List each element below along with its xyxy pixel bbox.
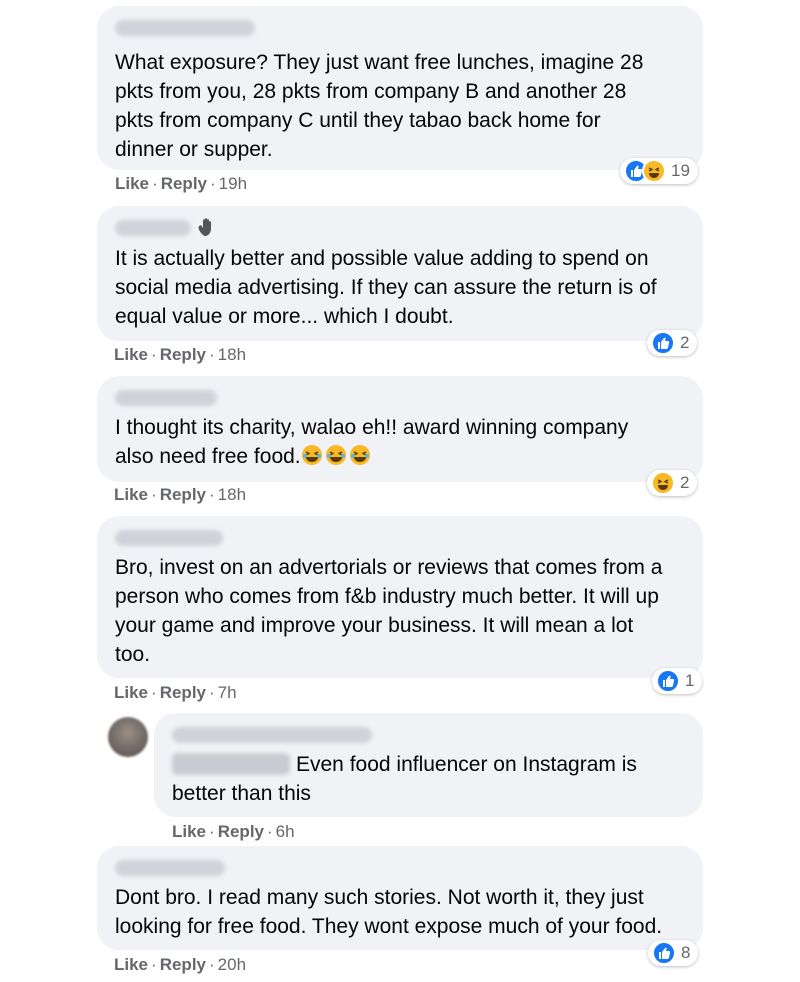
like-icon [651,331,675,355]
avatar[interactable] [108,717,148,757]
comment-bubble: It is actually better and possible value… [97,206,703,341]
comment-actions: Like · Reply · 7h [114,683,237,703]
reply-bubble: Even food influencer on Instagram is bet… [154,713,703,817]
separator: · [151,683,157,702]
separator: · [209,683,215,702]
comment-text-line: person who comes from f&b industry much … [115,585,659,608]
reply-action[interactable]: Reply [161,174,207,193]
comment-text-line: Even food influencer on Instagram is [172,750,637,779]
reply-action[interactable]: Reply [160,955,206,974]
reaction-summary[interactable]: 8 [648,940,699,966]
like-icon [656,669,680,693]
reply-action[interactable]: Reply [160,345,206,364]
reaction-count: 2 [680,473,690,492]
commenter-name[interactable] [115,390,217,406]
comment-text-line: dinner or supper. [115,138,273,161]
reaction-count: 8 [681,943,691,962]
separator: · [151,955,157,974]
reaction-count: 1 [685,671,695,690]
comment-actions: Like · Reply · 6h [172,822,295,842]
comment-bubble: I thought its charity, walao eh!! award … [97,376,703,482]
comment-text-line: social media advertising. If they can as… [115,276,657,299]
comment-text-line: also need free food. [115,442,373,471]
timestamp[interactable]: 19h [219,174,247,193]
reaction-count: 2 [680,333,690,352]
reply-action[interactable]: Reply [160,485,206,504]
wave-hand-icon [198,218,211,236]
reaction-summary[interactable]: 2 [647,330,698,356]
comment-text-line: pkts from company C until they tabao bac… [115,109,601,132]
separator: · [209,485,215,504]
comment-text-line: your game and improve your business. It … [115,614,634,637]
commenter-name[interactable] [115,860,225,876]
commenter-name[interactable] [115,530,223,546]
comment-text-line: looking for free food. They wont expose … [115,915,663,938]
laughing-emoji-icon [301,445,322,465]
reply-action[interactable]: Reply [160,683,206,702]
like-action[interactable]: Like [114,345,148,364]
comment-text-line: too. [115,643,151,666]
commenter-name[interactable] [172,727,372,743]
mention-tag[interactable] [172,753,290,775]
comment-text-line: Dont bro. I read many such stories. Not … [115,886,644,909]
comment-text-line: I thought its charity, walao eh!! award … [115,416,629,439]
timestamp[interactable]: 20h [218,955,246,974]
comment-bubble: What exposure? They just want free lunch… [97,6,703,170]
comment-text-line: equal value or more... which I doubt. [115,305,454,328]
separator: · [209,955,215,974]
separator: · [152,174,158,193]
separator: · [151,485,157,504]
separator: · [267,822,273,841]
comment-bubble: Dont bro. I read many such stories. Not … [97,846,703,950]
timestamp[interactable]: 6h [276,822,295,841]
reaction-summary[interactable]: 19 [620,158,698,184]
separator: · [209,822,215,841]
timestamp[interactable]: 18h [218,345,246,364]
like-action[interactable]: Like [114,955,148,974]
comment-text-line: Bro, invest on an advertorials or review… [115,556,663,579]
haha-icon [642,159,666,183]
comment-text-line: What exposure? They just want free lunch… [115,51,644,74]
comment-actions: Like · Reply · 18h [114,345,246,365]
like-icon [652,941,676,965]
comment-text-line: pkts from you, 28 pkts from company B an… [115,80,627,103]
reaction-count: 19 [671,161,690,180]
commenter-name[interactable] [115,20,255,36]
commenter-name[interactable] [115,220,191,236]
separator: · [209,345,215,364]
timestamp[interactable]: 7h [218,683,237,702]
separator: · [210,174,216,193]
reaction-summary[interactable]: 1 [652,668,703,694]
reply-action[interactable]: Reply [218,822,264,841]
comment-text-line: It is actually better and possible value… [115,247,649,270]
like-action[interactable]: Like [172,822,206,841]
separator: · [151,345,157,364]
comment-actions: Like · Reply · 20h [114,955,246,975]
like-action[interactable]: Like [114,485,148,504]
laughing-emoji-icon [349,445,370,465]
like-action[interactable]: Like [114,683,148,702]
comment-actions: Like · Reply · 18h [114,485,246,505]
reaction-summary[interactable]: 2 [647,470,698,496]
laughing-emoji-icon [325,445,346,465]
comment-bubble: Bro, invest on an advertorials or review… [97,516,703,678]
comment-text-segment: also need free food. [115,445,301,468]
haha-icon [651,471,675,495]
comment-text-segment: Even food influencer on Instagram is [296,753,637,776]
timestamp[interactable]: 18h [218,485,246,504]
like-action[interactable]: Like [115,174,149,193]
comment-text-line: better than this [172,782,311,805]
comment-actions: Like · Reply · 19h [115,174,247,194]
